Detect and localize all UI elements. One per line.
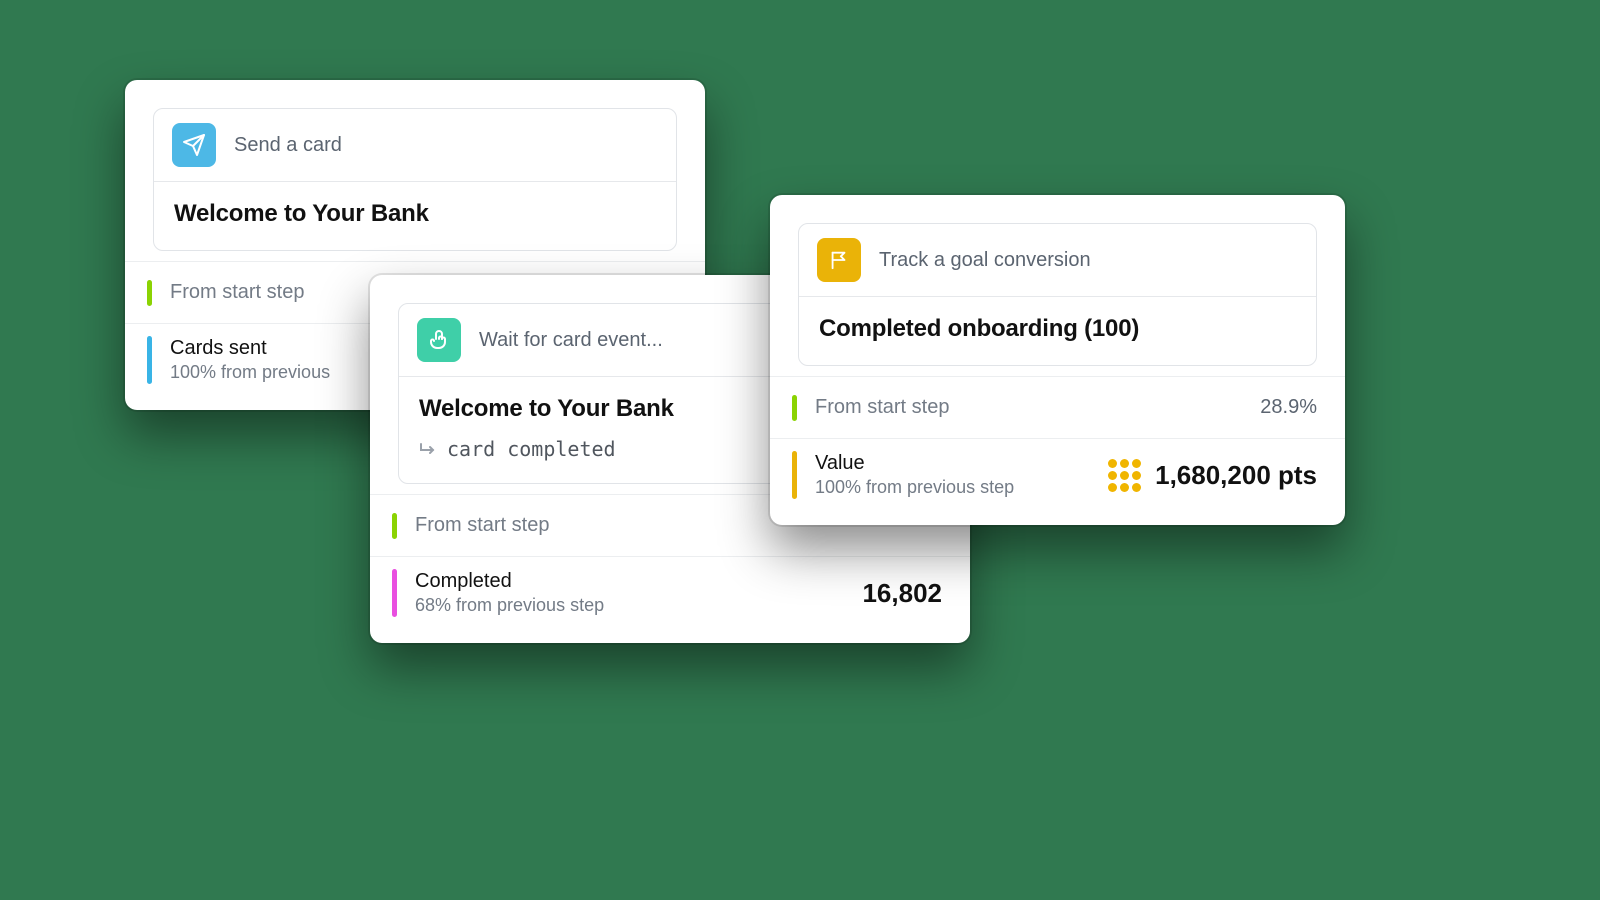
stat-sublabel: 100% from previous xyxy=(170,362,330,383)
flag-icon xyxy=(817,238,861,282)
event-name: card completed xyxy=(447,437,616,461)
stat-sublabel: 100% from previous step xyxy=(815,477,1014,498)
sub-arrow-icon xyxy=(419,442,437,456)
stat-sublabel: 68% from previous step xyxy=(415,595,604,616)
stat-accent-bar xyxy=(147,280,152,306)
stat-label: Value xyxy=(815,452,1014,475)
tap-icon xyxy=(417,318,461,362)
stat-label: From start step xyxy=(415,514,549,537)
step-header: Track a goal conversion xyxy=(799,224,1316,297)
stat-label: Completed xyxy=(415,570,604,593)
stat-accent-bar xyxy=(392,569,397,617)
stat-accent-bar xyxy=(147,336,152,384)
stat-value: 28.9% xyxy=(1260,396,1317,419)
step-inner: Track a goal conversion Completed onboar… xyxy=(798,223,1317,366)
stat-value-text: 1,680,200 pts xyxy=(1155,460,1317,491)
stat-value: 1,680,200 pts xyxy=(1108,459,1317,492)
step-type-label: Send a card xyxy=(234,134,342,157)
coins-icon xyxy=(1108,459,1141,492)
stat-label: Cards sent xyxy=(170,337,330,360)
step-title: Completed onboarding (100) xyxy=(819,315,1296,343)
step-body: Completed onboarding (100) xyxy=(799,297,1316,365)
step-body: Welcome to Your Bank xyxy=(154,182,676,250)
step-card-goal[interactable]: Track a goal conversion Completed onboar… xyxy=(770,195,1345,525)
stat-accent-bar xyxy=(792,451,797,499)
paper-plane-icon xyxy=(172,123,216,167)
stat-value-row: Value 100% from previous step 1,680,200 … xyxy=(770,438,1345,511)
step-title: Welcome to Your Bank xyxy=(174,200,656,228)
step-type-label: Track a goal conversion xyxy=(879,249,1091,272)
stat-from-start: From start step 28.9% xyxy=(770,376,1345,438)
step-inner: Send a card Welcome to Your Bank xyxy=(153,108,677,251)
stat-label: From start step xyxy=(170,281,304,304)
stat-accent-bar xyxy=(792,395,797,421)
step-header: Send a card xyxy=(154,109,676,182)
stat-accent-bar xyxy=(392,513,397,539)
step-type-label: Wait for card event... xyxy=(479,329,663,352)
stat-label: From start step xyxy=(815,396,949,419)
stat-completed: Completed 68% from previous step 16,802 xyxy=(370,556,970,629)
stat-value: 16,802 xyxy=(862,578,942,609)
